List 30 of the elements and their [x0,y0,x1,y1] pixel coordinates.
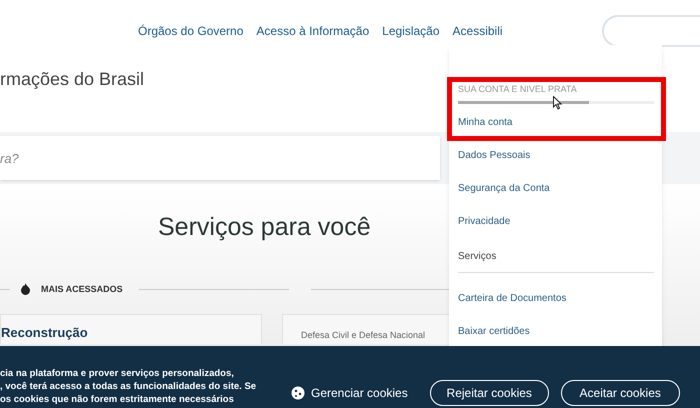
menu-item[interactable]: Baixar certidões [458,324,653,338]
card-category: Defesa Civil e Defesa Nacional [301,328,426,342]
nav-link[interactable]: Órgãos do Governo [138,22,244,40]
cookie-button[interactable]: Aceitar cookies [560,380,680,406]
menu-section-label: Serviços [458,250,498,264]
menu-item[interactable]: Dados Pessoais [458,148,653,162]
manage-cookies-button[interactable]: Gerenciar cookies [291,381,408,405]
cookie-text: , você terá acesso a todas as funcionalidades do site. Se [0,380,258,393]
nav-link[interactable]: Legislação [382,22,440,40]
filter-label[interactable]: MAIS ACESSADOS [41,282,123,296]
menu-item[interactable]: Minha conta [458,114,653,130]
cursor-icon [553,96,562,110]
cookie-text: cia na plataforma e prover serviços personalizados, [0,367,235,380]
menu-item[interactable]: Carteira de Documentos [458,290,653,306]
nav-link[interactable]: Acesso à Informação [256,22,370,40]
service-card[interactable]: Reconstrução [0,314,262,344]
page-title: rmações do Brasil [0,68,144,91]
login-pill[interactable] [602,15,700,47]
menu-item[interactable]: Privacidade [458,214,653,228]
fire-icon [20,283,31,296]
cookie-text: os cookies que não forem estritamente necessários [0,393,235,406]
menu-item[interactable]: Segurança da Conta [458,180,653,196]
service-card[interactable]: Defesa Civil e Defesa Nacional [282,314,450,344]
search-field[interactable]: ra? [0,136,440,180]
menu-header: SUA CONTA E NIVEL PRATA [458,83,577,96]
section-title: Serviços para você [158,212,371,243]
cookie-icon [291,386,305,400]
cookie-button[interactable]: Rejeitar cookies [430,380,549,406]
card-title: Reconstrução [1,324,89,342]
nav-link[interactable]: Acessibili [452,22,503,40]
